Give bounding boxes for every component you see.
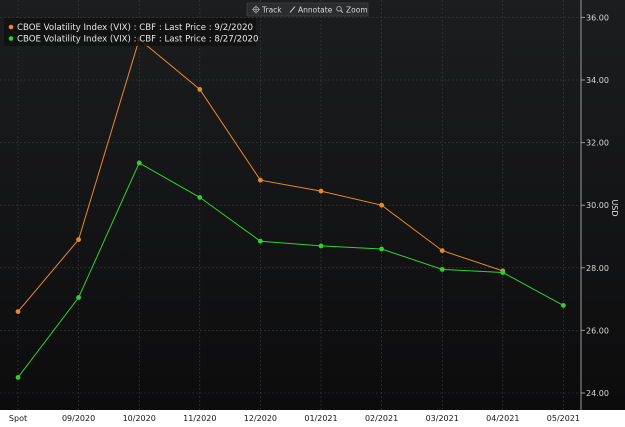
data-point	[15, 375, 21, 380]
data-point	[197, 195, 203, 200]
data-point	[379, 202, 384, 208]
y-axis-label: USD	[610, 199, 619, 216]
data-point	[439, 248, 445, 254]
x-tick-label: 10/2020	[123, 414, 156, 423]
data-point	[76, 295, 81, 300]
y-tick-label: 24.00	[586, 389, 609, 398]
x-tick-label: Spot	[9, 414, 27, 423]
x-tick-label: 02/2021	[365, 414, 398, 423]
x-tick-label: 04/2021	[486, 414, 519, 423]
data-point	[500, 270, 506, 275]
data-point	[136, 160, 142, 166]
data-point	[439, 267, 445, 272]
legend-item-2: CBOE Volatility Index (VIX) : CBF : Last…	[8, 35, 259, 45]
track-label: Track	[261, 5, 282, 14]
annotate-label: Annotate	[298, 5, 333, 14]
legend-marker	[8, 36, 14, 41]
y-tick-label: 30.00	[586, 201, 609, 210]
data-point	[318, 188, 324, 194]
data-point	[15, 309, 21, 314]
data-point	[561, 303, 566, 308]
y-tick-label: 26.00	[586, 326, 609, 335]
data-point	[318, 243, 324, 249]
data-point	[258, 238, 263, 244]
chart-toolbar: Track Annotate Zoom	[246, 2, 369, 17]
x-tick-label: 12/2020	[244, 414, 277, 423]
data-point	[197, 87, 203, 92]
y-tick-label: 36.00	[586, 13, 609, 22]
legend-marker	[8, 24, 14, 30]
data-point	[258, 177, 263, 183]
y-tick-label: 32.00	[586, 139, 609, 148]
y-tick-label: 34.00	[586, 76, 609, 85]
legend-item-1: CBOE Volatility Index (VIX) : CBF : Last…	[8, 23, 253, 33]
legend-label: CBOE Volatility Index (VIX) : CBF : Last…	[17, 35, 259, 45]
x-tick-label: 01/2021	[304, 414, 337, 423]
chart-window: 24.00 26.00 28.00 30.00 32.00 34.00 36.00 USD …	[0, 0, 625, 427]
legend: CBOE Volatility Index (VIX) : CBF : Last…	[4, 18, 259, 46]
x-tick-label: 03/2021	[426, 414, 459, 423]
x-tick-label: 11/2020	[183, 414, 216, 423]
data-point	[379, 246, 384, 252]
y-tick-label: 28.00	[586, 264, 609, 273]
x-tick-label: 05/2021	[547, 414, 580, 423]
vix-futures-chart: 24.0026.0028.0030.0032.0034.0036.00 USD …	[0, 0, 625, 427]
data-point	[76, 237, 81, 243]
x-tick-label: 09/2020	[62, 414, 95, 423]
legend-label: CBOE Volatility Index (VIX) : CBF : Last…	[17, 23, 253, 33]
zoom-label: Zoom	[346, 5, 368, 14]
